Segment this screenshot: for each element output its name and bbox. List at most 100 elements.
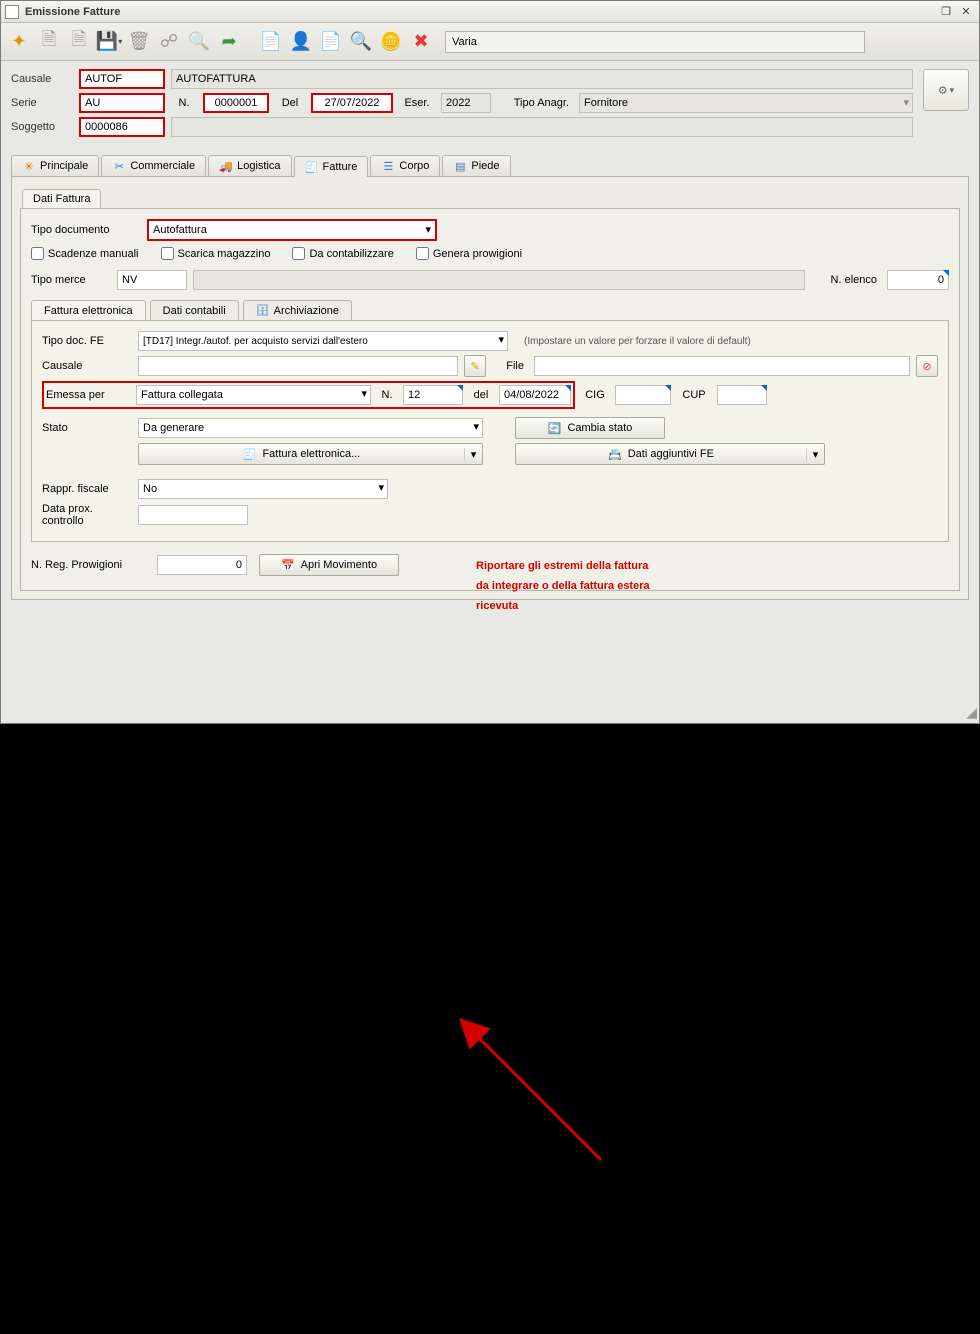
tab-logistica[interactable]: 🚚Logistica bbox=[208, 155, 291, 176]
doc-icon: 🗎 bbox=[35, 28, 63, 56]
stato-combo[interactable] bbox=[138, 418, 483, 438]
pencil-icon: ✎ bbox=[470, 360, 479, 373]
nreg-prowigioni-input[interactable] bbox=[157, 555, 247, 575]
del-input[interactable] bbox=[311, 93, 393, 113]
eser-input bbox=[441, 93, 491, 113]
tipo-documento-combo[interactable] bbox=[149, 221, 435, 239]
gear-icon: ⚙ bbox=[938, 84, 948, 97]
invoice-icon: 🧾 bbox=[243, 448, 257, 461]
link-icon: ☍ bbox=[155, 28, 183, 56]
chevron-down-icon: ▾ bbox=[361, 387, 367, 400]
soggetto-label: Soggetto bbox=[11, 121, 73, 133]
title-bar: Emissione Fatture ❐ ✕ bbox=[1, 1, 979, 23]
form-icon: 📇 bbox=[608, 448, 622, 461]
tipo-doc-fe-combo[interactable] bbox=[138, 331, 508, 351]
coins-icon[interactable]: 🪙 bbox=[377, 28, 405, 56]
chevron-down-icon: ▾ bbox=[473, 420, 479, 433]
varia-input[interactable] bbox=[445, 31, 865, 53]
window-title: Emissione Fatture bbox=[25, 6, 935, 18]
serie-label: Serie bbox=[11, 97, 73, 109]
file-label: File bbox=[492, 360, 528, 372]
da-contabilizzare-checkbox[interactable]: Da contabilizzare bbox=[292, 247, 393, 260]
tab-fatture[interactable]: 🧾Fatture bbox=[294, 156, 369, 177]
scadenze-manuali-checkbox[interactable]: Scadenze manuali bbox=[31, 247, 139, 260]
chevron-down-icon: ▾ bbox=[464, 448, 482, 461]
soggetto-desc bbox=[171, 117, 913, 137]
scarica-magazzino-checkbox[interactable]: Scarica magazzino bbox=[161, 247, 271, 260]
restore-window-icon[interactable]: ❐ bbox=[937, 4, 955, 20]
serie-input[interactable] bbox=[79, 93, 165, 113]
app-icon bbox=[5, 5, 19, 19]
fe-subtabs: Fattura elettronica Dati contabili 🗄Arch… bbox=[31, 300, 949, 320]
cambia-stato-button[interactable]: 🔄Cambia stato bbox=[515, 417, 665, 439]
nreg-prowigioni-label: N. Reg. Prowigioni bbox=[31, 559, 151, 571]
settings-button[interactable]: ⚙ ▾ bbox=[923, 69, 969, 111]
subtab-archiviazione[interactable]: 🗄Archiviazione bbox=[243, 300, 352, 320]
causale-input[interactable] bbox=[79, 69, 165, 89]
file-input[interactable] bbox=[534, 356, 910, 376]
truck-icon: 🚚 bbox=[219, 159, 233, 173]
clear-file-button[interactable]: ⊘ bbox=[916, 355, 938, 377]
fattura-elettronica-button[interactable]: 🧾Fattura elettronica... ▾ bbox=[138, 443, 483, 465]
header-form: Causale Serie N. Del Eser. Tipo Anagr. ▾ bbox=[1, 61, 979, 149]
chevron-down-icon: ▾ bbox=[378, 481, 384, 494]
new-star-icon[interactable]: ✦ bbox=[5, 28, 33, 56]
doc-go-icon[interactable]: 📄 bbox=[257, 28, 285, 56]
emessa-del-label: del bbox=[469, 389, 493, 401]
tipo-doc-fe-label: Tipo doc. FE bbox=[42, 335, 132, 347]
tipo-merce-input[interactable] bbox=[117, 270, 187, 290]
n-elenco-label: N. elenco bbox=[811, 274, 881, 286]
cup-input[interactable] bbox=[717, 385, 767, 405]
subtab-dati-contabili[interactable]: Dati contabili bbox=[150, 300, 239, 320]
refresh-icon: 🔄 bbox=[548, 422, 562, 435]
data-prox-input[interactable] bbox=[138, 505, 248, 525]
resize-grip-icon[interactable]: ◢ bbox=[966, 704, 977, 721]
tab-principale[interactable]: ✳Principale bbox=[11, 155, 99, 176]
del-label: Del bbox=[275, 97, 305, 109]
stato-label: Stato bbox=[42, 422, 132, 434]
tab-piede[interactable]: ▤Piede bbox=[442, 155, 510, 176]
export-icon[interactable]: ➦ bbox=[215, 28, 243, 56]
calendar-icon: 📅 bbox=[281, 559, 295, 572]
main-toolbar: ✦ 🗎 🗎 💾▾ 🗑 ☍ 🔍 ➦ 📄 👤 📄 🔍 🪙 ✖ bbox=[1, 23, 979, 61]
causale-label: Causale bbox=[11, 73, 73, 85]
fe-causale-input[interactable] bbox=[138, 356, 458, 376]
edit-causale-button[interactable]: ✎ bbox=[464, 355, 486, 377]
emessa-n-input[interactable] bbox=[403, 385, 463, 405]
cancel-icon[interactable]: ✖ bbox=[407, 28, 435, 56]
annotation-arrow bbox=[1, 610, 980, 1334]
tipo-merce-label: Tipo merce bbox=[31, 274, 111, 286]
rappr-fiscale-label: Rappr. fiscale bbox=[42, 483, 132, 495]
dati-fattura-panel: Tipo documento ▾ Scadenze manuali Scaric… bbox=[20, 208, 960, 591]
tipo-anagr-label: Tipo Anagr. bbox=[497, 97, 573, 109]
user-icon[interactable]: 👤 bbox=[287, 28, 315, 56]
emessa-per-combo[interactable] bbox=[136, 385, 371, 405]
tab-panel: Dati Fattura Tipo documento ▾ Scadenze m… bbox=[11, 177, 969, 600]
tab-corpo[interactable]: ☰Corpo bbox=[370, 155, 440, 176]
soggetto-input[interactable] bbox=[79, 117, 165, 137]
doc-add-icon[interactable]: 📄 bbox=[317, 28, 345, 56]
genera-prowigioni-checkbox[interactable]: Genera prowigioni bbox=[416, 247, 522, 260]
magnify-icon[interactable]: 🔍 bbox=[347, 28, 375, 56]
n-elenco-input[interactable] bbox=[887, 270, 949, 290]
fe-panel: Tipo doc. FE ▾ (Impostare un valore per … bbox=[31, 320, 949, 542]
close-window-icon[interactable]: ✕ bbox=[957, 4, 975, 20]
footer-icon: ▤ bbox=[453, 159, 467, 173]
archive-icon: 🗄 bbox=[256, 304, 270, 317]
emessa-per-label: Emessa per bbox=[46, 389, 130, 401]
emessa-del-input[interactable] bbox=[499, 385, 571, 405]
chevron-down-icon: ▾ bbox=[950, 85, 955, 96]
subtab-fe[interactable]: Fattura elettronica bbox=[31, 300, 146, 320]
tipo-doc-fe-note: (Impostare un valore per forzare il valo… bbox=[524, 336, 751, 347]
subtab-dati-fattura[interactable]: Dati Fattura bbox=[22, 189, 101, 208]
n-label: N. bbox=[171, 97, 197, 109]
doc2-icon: 🗎 bbox=[65, 28, 93, 56]
tab-commerciale[interactable]: ✂Commerciale bbox=[101, 155, 206, 176]
cig-input[interactable] bbox=[615, 385, 671, 405]
dati-aggiuntivi-button[interactable]: 📇Dati aggiuntivi FE ▾ bbox=[515, 443, 825, 465]
apri-movimento-button[interactable]: 📅Apri Movimento bbox=[259, 554, 399, 576]
numero-input[interactable] bbox=[203, 93, 269, 113]
save-icon[interactable]: 💾▾ bbox=[95, 28, 123, 56]
tipo-anagr-combo[interactable] bbox=[579, 93, 913, 113]
rappr-fiscale-combo[interactable] bbox=[138, 479, 388, 499]
